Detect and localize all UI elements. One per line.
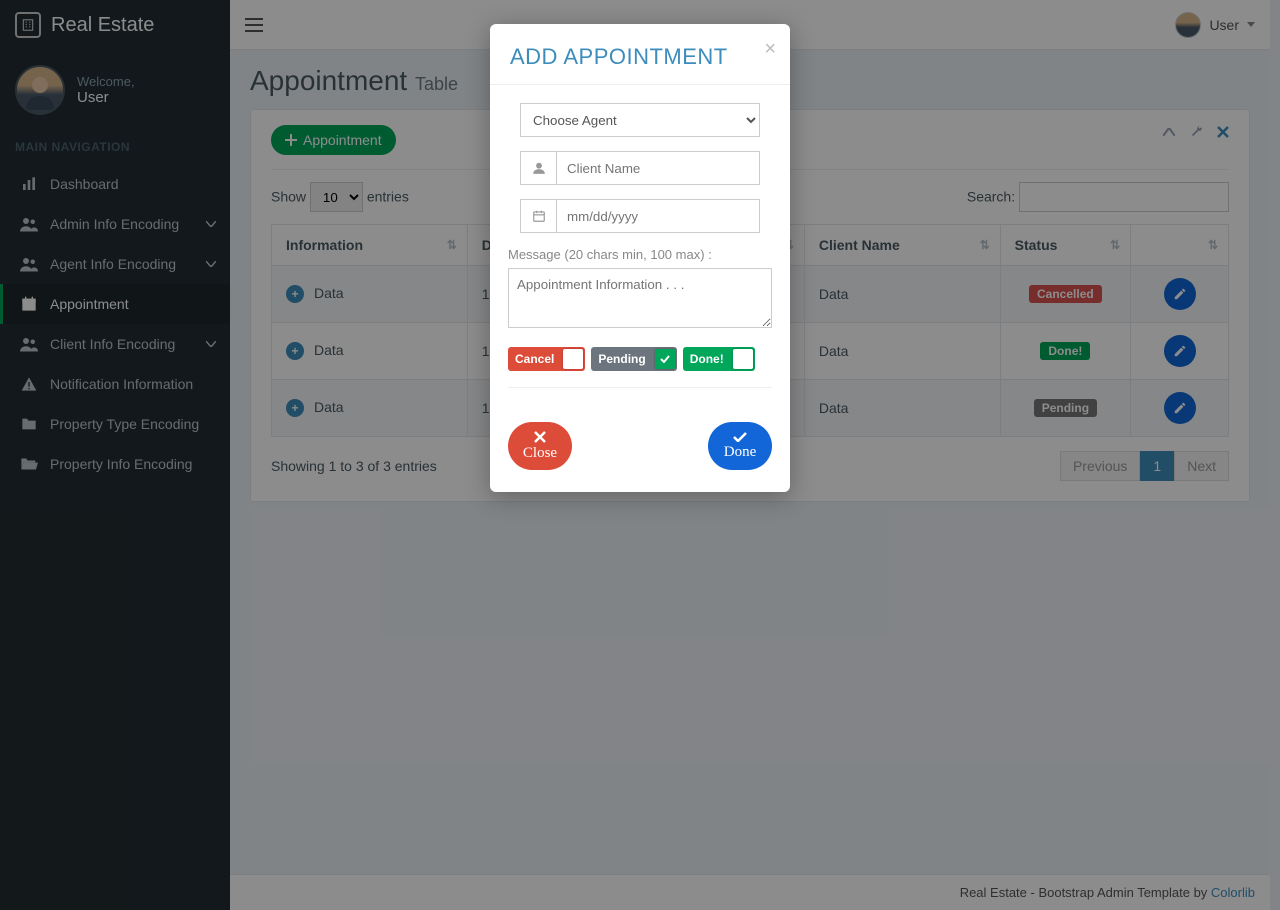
pending-toggle[interactable]: Pending [591, 347, 676, 371]
add-appointment-modal: ADD APPOINTMENT × Choose Agent Message (… [490, 24, 790, 492]
calendar-icon [520, 199, 556, 233]
x-icon [534, 431, 546, 443]
pending-toggle-label: Pending [591, 347, 652, 371]
message-label: Message (20 chars min, 100 max) : [508, 247, 772, 262]
toggle-switch [655, 349, 675, 369]
modal-title: ADD APPOINTMENT [510, 44, 770, 70]
toggle-switch [733, 349, 753, 369]
client-name-input[interactable] [556, 151, 760, 185]
done-toggle[interactable]: Done! [683, 347, 755, 371]
close-button-label: Close [523, 445, 557, 462]
cancel-toggle[interactable]: Cancel [508, 347, 585, 371]
done-button[interactable]: Done [708, 422, 772, 470]
check-icon [733, 432, 747, 442]
cancel-toggle-label: Cancel [508, 347, 561, 371]
message-textarea[interactable] [508, 268, 772, 328]
toggle-switch [563, 349, 583, 369]
done-toggle-label: Done! [683, 347, 731, 371]
date-input[interactable] [556, 199, 760, 233]
close-button[interactable]: Close [508, 422, 572, 470]
done-button-label: Done [724, 444, 757, 461]
user-icon [520, 151, 556, 185]
close-icon[interactable]: × [764, 38, 776, 61]
agent-select[interactable]: Choose Agent [520, 103, 760, 137]
